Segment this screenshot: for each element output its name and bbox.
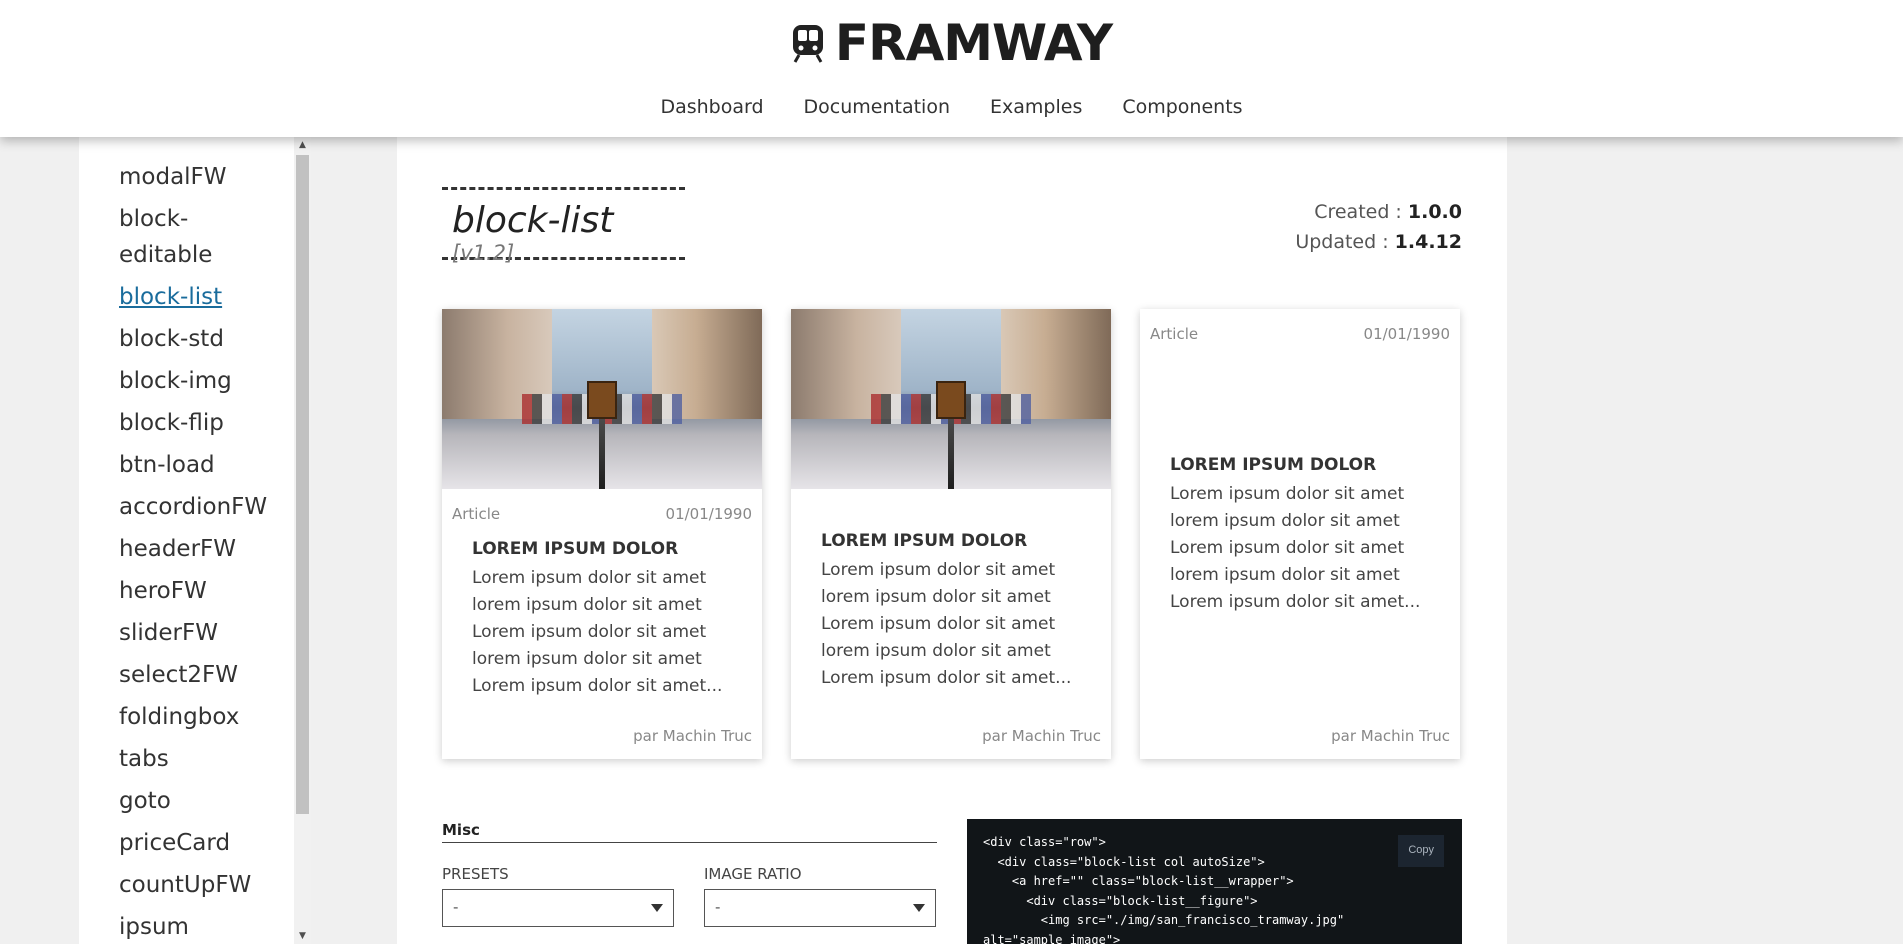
nav-documentation[interactable]: Documentation — [804, 96, 950, 118]
code-line: alt="sample image"> — [983, 932, 1121, 944]
scroll-down-arrow-icon[interactable]: ▼ — [294, 928, 311, 944]
card-image — [442, 309, 762, 489]
card-title: LOREM IPSUM DOLOR — [821, 531, 1028, 551]
scroll-up-arrow-icon[interactable]: ▲ — [294, 137, 311, 153]
nav-dashboard[interactable]: Dashboard — [660, 96, 763, 118]
card-image — [791, 309, 1111, 489]
card-author: par Machin Truc — [1331, 727, 1450, 745]
sidebar-item-block-editable[interactable]: block-editable — [119, 201, 279, 273]
presets-select[interactable]: - — [442, 889, 674, 927]
misc-section: Misc PRESETS - IMAGE RATIO - — [442, 821, 937, 927]
sidebar-list: modalFW block-editable block-list block-… — [79, 137, 279, 944]
card-list: Article 01/01/1990 LOREM IPSUM DOLOR Lor… — [442, 309, 1460, 759]
version-meta: Created : 1.0.0 Updated : 1.4.12 — [1295, 197, 1462, 257]
tram-icon — [792, 25, 823, 63]
sidebar-item-accordionfw[interactable]: accordionFW — [119, 489, 279, 525]
presets-field: PRESETS - — [442, 865, 674, 927]
chevron-down-icon — [913, 904, 925, 912]
sidebar-item-herofw[interactable]: heroFW — [119, 573, 279, 609]
logo[interactable]: FRAMWAY — [0, 14, 1903, 72]
misc-fields: PRESETS - IMAGE RATIO - — [442, 865, 937, 927]
card-title: LOREM IPSUM DOLOR — [472, 539, 679, 559]
site-header: FRAMWAY Dashboard Documentation Examples… — [0, 0, 1903, 137]
code-line: <a href="" class="block-list__wrapper"> — [983, 874, 1294, 888]
sidebar-item-tabs[interactable]: tabs — [119, 741, 279, 777]
sidebar-item-block-list[interactable]: block-list — [119, 279, 279, 315]
card-text: Lorem ipsum dolor sit amet lorem ipsum d… — [821, 560, 1072, 688]
image-ratio-label: IMAGE RATIO — [704, 865, 802, 883]
card-article-2[interactable]: LOREM IPSUM DOLOR Lorem ipsum dolor sit … — [791, 309, 1111, 759]
main-nav: Dashboard Documentation Examples Compone… — [0, 96, 1903, 118]
card-date: 01/01/1990 — [1363, 325, 1450, 343]
sidebar-item-select2fw[interactable]: select2FW — [119, 657, 279, 693]
card-article-1[interactable]: Article 01/01/1990 LOREM IPSUM DOLOR Lor… — [442, 309, 762, 759]
image-ratio-field: IMAGE RATIO - — [704, 865, 936, 927]
card-date: 01/01/1990 — [665, 505, 752, 523]
sidebar-item-ipsum[interactable]: ipsum — [119, 909, 279, 944]
updated-label: Updated : — [1295, 231, 1389, 253]
sidebar-item-btn-load[interactable]: btn-load — [119, 447, 279, 483]
code-lines: <div class="row"> <div class="block-list… — [983, 833, 1446, 944]
code-line: <div class="block-list__figure"> — [983, 893, 1258, 908]
card-text: Lorem ipsum dolor sit amet lorem ipsum d… — [1170, 484, 1421, 612]
component-title: block-list [v1.2] — [442, 187, 685, 265]
card-header: Article 01/01/1990 — [442, 505, 762, 523]
card-category: Article — [452, 505, 501, 523]
logo-text: FRAMWAY — [834, 14, 1113, 72]
component-name: block-list — [452, 200, 614, 241]
sidebar-item-foldingbox[interactable]: foldingbox — [119, 699, 279, 735]
created-label: Created : — [1314, 201, 1402, 223]
sidebar-item-block-flip[interactable]: block-flip — [119, 405, 279, 441]
card-body: LOREM IPSUM DOLOR Lorem ipsum dolor sit … — [791, 531, 1111, 692]
code-line: <div class="row"> — [983, 835, 1106, 849]
card-header: Article 01/01/1990 — [1140, 309, 1460, 343]
sidebar-item-modalfw[interactable]: modalFW — [119, 159, 279, 195]
card-author: par Machin Truc — [633, 727, 752, 745]
card-category: Article — [1150, 325, 1199, 343]
presets-label: PRESETS — [442, 865, 509, 883]
chevron-down-icon — [651, 904, 663, 912]
card-article-3[interactable]: Article 01/01/1990 LOREM IPSUM DOLOR Lor… — [1140, 309, 1460, 759]
nav-examples[interactable]: Examples — [990, 96, 1082, 118]
card-author: par Machin Truc — [982, 727, 1101, 745]
sidebar-item-block-img[interactable]: block-img — [119, 363, 279, 399]
scroll-thumb[interactable] — [296, 155, 309, 814]
code-snippet: <div class="row"> <div class="block-list… — [967, 819, 1462, 944]
misc-title: Misc — [442, 821, 937, 843]
code-line: <img src="./img/san_francisco_tramway.jp… — [983, 913, 1345, 927]
copy-button[interactable]: Copy — [1398, 835, 1444, 867]
code-line: <div class="block-list col autoSize"> — [983, 854, 1265, 869]
sidebar: modalFW block-editable block-list block-… — [79, 137, 311, 944]
sidebar-item-block-std[interactable]: block-std — [119, 321, 279, 357]
updated-value: 1.4.12 — [1394, 231, 1462, 253]
image-ratio-select[interactable]: - — [704, 889, 936, 927]
sidebar-item-sliderfw[interactable]: sliderFW — [119, 615, 279, 651]
sidebar-item-pricecard[interactable]: priceCard — [119, 825, 279, 861]
main-content: block-list [v1.2] Created : 1.0.0 Update… — [397, 137, 1507, 944]
created-value: 1.0.0 — [1407, 201, 1462, 223]
sidebar-item-headerfw[interactable]: headerFW — [119, 531, 279, 567]
sidebar-scrollbar[interactable]: ▲ ▼ — [294, 137, 311, 944]
presets-value: - — [453, 898, 459, 916]
card-title: LOREM IPSUM DOLOR — [1170, 455, 1377, 475]
card-body: LOREM IPSUM DOLOR Lorem ipsum dolor sit … — [1140, 455, 1460, 616]
sidebar-item-countupfw[interactable]: countUpFW — [119, 867, 279, 903]
card-body: LOREM IPSUM DOLOR Lorem ipsum dolor sit … — [442, 539, 762, 700]
image-ratio-value: - — [715, 898, 721, 916]
card-text: Lorem ipsum dolor sit amet lorem ipsum d… — [472, 568, 723, 696]
nav-components[interactable]: Components — [1122, 96, 1242, 118]
sidebar-item-goto[interactable]: goto — [119, 783, 279, 819]
component-version: [v1.2] — [452, 241, 515, 265]
